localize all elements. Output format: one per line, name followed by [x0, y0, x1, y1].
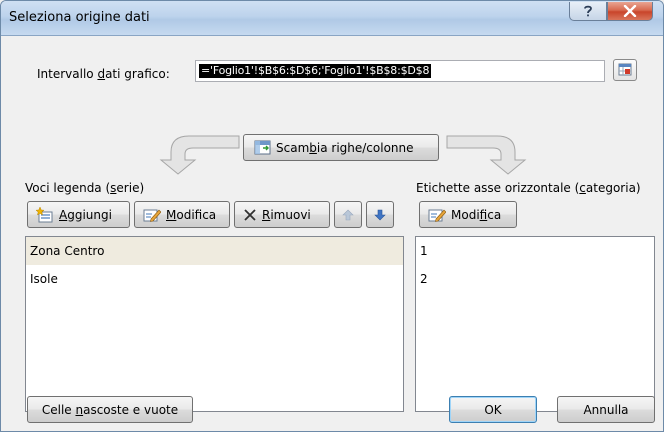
edit-series-button[interactable]: Modifica — [134, 201, 230, 228]
edit-series-label: Modifica — [166, 207, 217, 222]
cancel-button[interactable]: Annulla — [557, 396, 655, 423]
chart-data-range-label: Intervallo dati grafico: — [37, 67, 170, 81]
collapse-dialog-button[interactable] — [613, 59, 637, 81]
chart-data-range-value: ='Foglio1'!$B$6:$D$6;'Foglio1'!$B$8:$D$8 — [199, 64, 432, 78]
add-series-button[interactable]: Aggiungi — [27, 201, 130, 228]
axis-labels-label: Etichette asse orizzontale (categoria) — [416, 181, 641, 195]
select-data-source-dialog: Seleziona origine dati Intervallo dati g… — [0, 0, 664, 432]
remove-series-label: Rimuovi — [262, 207, 311, 222]
curved-arrow-right-icon — [446, 135, 527, 175]
axis-toolbar: Modifica — [419, 201, 517, 228]
dialog-body: Intervallo dati grafico: ='Foglio1'!$B$6… — [1, 36, 663, 431]
switch-row-column-button[interactable]: Scambia righe/colonne — [243, 134, 439, 161]
hidden-empty-cells-label: Celle nascoste e vuote — [41, 402, 179, 417]
arrow-up-icon — [342, 209, 354, 220]
hidden-empty-cells-button[interactable]: Celle nascoste e vuote — [27, 396, 193, 423]
move-up-button[interactable] — [334, 201, 362, 228]
edit-icon — [428, 209, 446, 222]
legend-toolbar: Aggiungi Modifica Rimuovi — [27, 201, 394, 228]
title-bar: Seleziona origine dati — [1, 1, 663, 36]
arrow-down-icon — [374, 209, 386, 220]
list-item[interactable]: 2 — [416, 265, 654, 293]
legend-entries-label: Voci legenda (serie) — [25, 181, 145, 195]
dialog-title: Seleziona origine dati — [9, 10, 150, 25]
curved-arrow-left-icon — [159, 135, 240, 175]
help-button[interactable] — [569, 2, 607, 21]
legend-series-list[interactable]: Zona Centro Isole — [25, 236, 404, 412]
switch-row-column-label: Scambia righe/colonne — [276, 140, 414, 155]
list-item[interactable]: Zona Centro — [26, 237, 403, 265]
move-down-button[interactable] — [366, 201, 394, 228]
axis-labels-list[interactable]: 1 2 — [415, 236, 655, 412]
range-select-icon — [618, 63, 632, 76]
edit-icon — [143, 209, 161, 222]
remove-series-button[interactable]: Rimuovi — [234, 201, 330, 228]
close-x-icon — [623, 5, 637, 17]
close-button[interactable] — [607, 2, 653, 21]
edit-axis-labels-label: Modifica — [451, 207, 502, 222]
add-series-label: Aggiungi — [59, 207, 112, 222]
list-item[interactable]: 1 — [416, 237, 654, 265]
chart-data-range-input[interactable]: ='Foglio1'!$B$6:$D$6;'Foglio1'!$B$8:$D$8 — [195, 60, 605, 82]
ok-button[interactable]: OK — [449, 396, 537, 423]
question-mark-icon — [584, 5, 592, 17]
switch-row-column-icon — [254, 140, 271, 154]
list-item[interactable]: Isole — [26, 265, 403, 293]
delete-x-icon — [244, 208, 256, 221]
edit-axis-labels-button[interactable]: Modifica — [419, 201, 517, 228]
add-item-icon — [36, 206, 53, 222]
